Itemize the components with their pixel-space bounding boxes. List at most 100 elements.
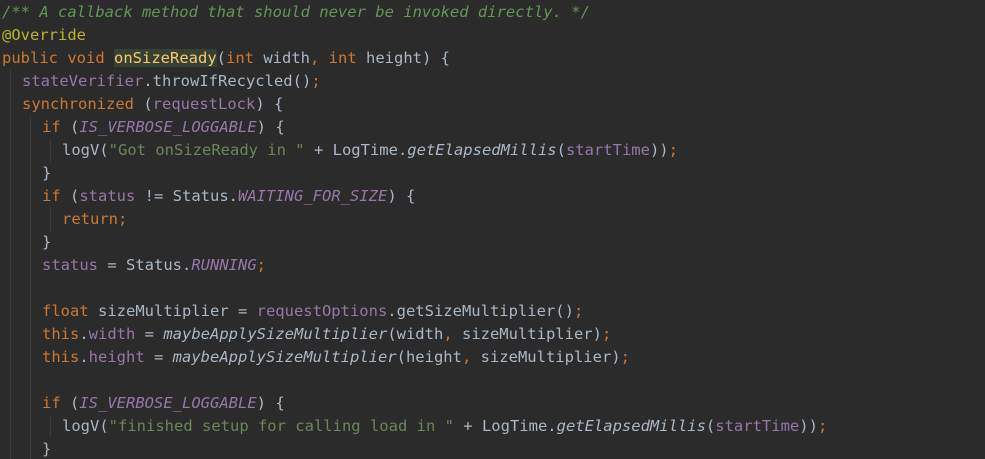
code-token-italic: getElapsedMillis <box>407 141 557 159</box>
code-token-punct: ; <box>118 210 128 228</box>
code-line[interactable]: if (IS_VERBOSE_LOGGABLE) { <box>42 392 285 415</box>
code-token-punct: ; <box>668 141 678 159</box>
code-token-plain: ) { <box>387 187 416 205</box>
code-token-keyword: float <box>42 302 98 320</box>
code-token-plain: . <box>79 348 89 366</box>
code-line[interactable]: logV("finished setup for calling load in… <box>62 415 827 438</box>
code-token-field: startTime <box>565 141 650 159</box>
code-editor[interactable]: /** A callback method that should never … <box>0 0 985 459</box>
code-token-punct: ; <box>620 348 630 366</box>
code-token-field: height <box>88 348 145 366</box>
code-token-plain: ( <box>70 394 80 412</box>
code-token-plain: != Status. <box>135 187 238 205</box>
code-token-punct: ; <box>256 256 266 274</box>
code-token-italic: maybeApplySizeMultiplier <box>172 348 397 366</box>
code-token-plain: ) { <box>256 394 285 412</box>
code-token-plain: ( <box>70 187 80 205</box>
code-token-plain: logV( <box>62 417 109 435</box>
code-line[interactable]: float sizeMultiplier = requestOptions.ge… <box>42 300 583 323</box>
code-token-italic: maybeApplySizeMultiplier <box>163 325 388 343</box>
code-token-field: requestLock <box>152 95 256 113</box>
code-token-keyword: return <box>62 210 118 228</box>
code-line[interactable]: return; <box>62 208 127 231</box>
code-token-plain: height <box>366 49 422 67</box>
code-token-plain: ( <box>216 49 226 67</box>
code-line[interactable]: public void onSizeReady(int width, int h… <box>2 47 450 70</box>
code-token-punct: ; <box>601 325 612 343</box>
code-token-string: "finished setup for calling load in " <box>108 417 454 435</box>
code-token-plain: + LogTime. <box>304 141 408 159</box>
code-token-plain: )) <box>649 141 669 159</box>
code-line[interactable]: logV("Got onSizeReady in " + LogTime.get… <box>62 139 678 162</box>
code-token-plain: (height <box>396 348 462 366</box>
code-line[interactable]: this.height = maybeApplySizeMultiplier(h… <box>42 346 630 369</box>
code-token-plain: (width <box>387 325 444 343</box>
code-line[interactable]: synchronized (requestLock) { <box>22 93 283 116</box>
code-token-plain: ( <box>143 95 153 113</box>
code-token-plain: ) { <box>256 118 285 136</box>
code-line[interactable]: stateVerifier.throwIfRecycled(); <box>22 70 321 93</box>
code-token-italic: getElapsedMillis <box>556 417 706 435</box>
code-token-plain: = <box>144 348 173 366</box>
code-token-plain: width <box>263 49 310 67</box>
code-line[interactable]: /** A callback method that should never … <box>2 1 590 24</box>
code-line[interactable]: if (IS_VERBOSE_LOGGABLE) { <box>42 116 285 139</box>
code-token-keyword: if <box>42 394 70 412</box>
indent-guide <box>50 208 51 231</box>
code-token-plain: sizeMultiplier) <box>461 325 602 343</box>
indent-guide <box>30 116 31 459</box>
indent-guide <box>10 70 11 459</box>
code-token-plain: sizeMultiplier) <box>480 348 621 366</box>
code-token-plain: ( <box>556 141 566 159</box>
code-line[interactable]: if (status != Status.WAITING_FOR_SIZE) { <box>42 185 415 208</box>
code-token-plain: ( <box>705 417 716 435</box>
code-token-static: IS_VERBOSE_LOGGABLE <box>79 394 257 412</box>
code-token-keyword: synchronized <box>22 95 144 113</box>
code-token-plain: = <box>135 325 164 343</box>
code-token-plain: = Status. <box>98 256 192 274</box>
code-token-plain: ) { <box>255 95 284 113</box>
code-token-comment: /** A callback method that should never … <box>2 3 590 21</box>
code-token-field: requestOptions <box>256 302 388 320</box>
code-token-keyword: int <box>226 49 264 67</box>
code-token-plain: } <box>42 440 52 458</box>
code-line[interactable]: } <box>42 231 51 254</box>
code-token-keyword: if <box>42 118 70 136</box>
code-token-plain: . <box>79 325 89 343</box>
code-token-static: IS_VERBOSE_LOGGABLE <box>79 118 257 136</box>
code-token-string: "Got onSizeReady in " <box>108 141 305 159</box>
code-token-punct: , <box>443 325 462 343</box>
code-token-static: RUNNING <box>191 256 257 274</box>
indent-guide <box>50 139 51 162</box>
code-line[interactable]: this.width = maybeApplySizeMultiplier(wi… <box>42 323 611 346</box>
code-token-punct: , <box>310 49 329 67</box>
code-token-plain: } <box>42 164 52 182</box>
code-line[interactable]: @Override <box>2 24 86 47</box>
code-line[interactable]: status = Status.RUNNING; <box>42 254 266 277</box>
code-token-plain: logV( <box>62 141 109 159</box>
code-token-plain: .throwIfRecycled() <box>143 72 312 90</box>
code-line[interactable]: } <box>42 438 51 459</box>
code-token-field: status <box>42 256 98 274</box>
code-token-annotation: @Override <box>2 26 86 44</box>
code-token-plain: ( <box>70 118 80 136</box>
code-token-field: width <box>88 325 136 343</box>
code-token-punct: ; <box>817 417 828 435</box>
code-token-method: onSizeReady <box>114 49 217 67</box>
code-token-plain: )) <box>799 417 818 435</box>
code-token-keyword: public <box>2 49 68 67</box>
code-token-punct: ; <box>311 72 321 90</box>
code-token-plain: ) { <box>422 49 450 67</box>
code-token-field: startTime <box>715 417 800 435</box>
code-token-keyword: if <box>42 187 70 205</box>
code-token-plain: .getSizeMultiplier() <box>387 302 574 320</box>
code-token-static: WAITING_FOR_SIZE <box>238 187 388 205</box>
code-token-keyword: int <box>328 49 366 67</box>
code-token-field: status <box>79 187 136 205</box>
code-token-plain: + LogTime. <box>453 417 557 435</box>
code-line[interactable]: } <box>42 162 51 185</box>
code-token-punct: , <box>461 348 481 366</box>
code-token-keyword: this <box>42 325 80 343</box>
indent-guide <box>50 415 51 438</box>
code-token-keyword: this <box>42 348 80 366</box>
